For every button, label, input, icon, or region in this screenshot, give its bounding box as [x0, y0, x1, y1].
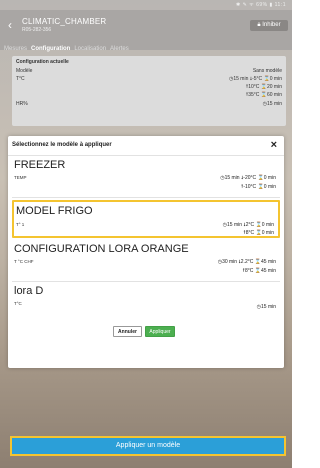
model-name: FREEZER [14, 159, 66, 171]
model-unit: T° 1 [16, 222, 25, 227]
apply-button[interactable]: Appliquer [145, 326, 175, 337]
app-bar: ‹ CLIMATIC_CHAMBER R05-282-356 🔒︎ Inhibe… [0, 10, 292, 60]
model-line-2: ⭡8°C ⌛45 min [242, 268, 276, 274]
device-subtitle: R05-282-356 [22, 27, 52, 33]
config-temp-row: T°C ◷15 min ⭣-5°C ⌛0 min [16, 76, 282, 82]
model-name: CONFIGURATION LORA ORANGE [14, 243, 189, 255]
model-select-dialog: Sélectionnez le modèle à appliquer × FRE… [8, 136, 284, 368]
lock-icon: 🔒︎ [257, 22, 261, 28]
dialog-actions: Annuler Appliquer [8, 326, 284, 338]
model-unit: TEMP [14, 175, 27, 180]
config-temp-row-3: ⭡35°C ⌛60 min [245, 92, 282, 98]
close-icon[interactable]: × [271, 139, 277, 151]
tab-configuration[interactable]: Configuration [31, 46, 70, 52]
model-line-2: ⭡-10°C ⌛0 min [240, 184, 276, 190]
apply-model-button[interactable]: Appliquer un modèle [10, 436, 286, 456]
dialog-header: Sélectionnez le modèle à appliquer × [8, 136, 284, 156]
tab-mesures[interactable]: Mesures [4, 46, 27, 52]
tab-bar: Mesures Configuration Localisation Alertes [4, 46, 133, 52]
config-title: Configuration actuelle [16, 59, 69, 65]
model-unit: T °C CHF [14, 259, 34, 264]
model-name: lora D [14, 285, 44, 297]
device-title: CLIMATIC_CHAMBER [22, 17, 107, 26]
screen: ✱ ✎ ᯤ 69% ▮ 11:1 ‹ CLIMATIC_CHAMBER R05-… [0, 0, 292, 468]
model-item-lora-d[interactable]: lora D T°C ◷15 min [12, 282, 280, 318]
cancel-button[interactable]: Annuler [113, 326, 142, 337]
tab-alertes[interactable]: Alertes [110, 46, 129, 52]
model-line-1: ◷15 min [256, 304, 276, 310]
inhiber-button[interactable]: 🔒︎ Inhiber [250, 20, 288, 31]
model-line-1: ◷30 min ⭣2.2°C ⌛45 min [217, 259, 276, 265]
config-model-row: Modèle Sans modèle [16, 68, 282, 74]
config-hr-row: HR% ◷15 min [16, 101, 282, 107]
config-temp-row-2: ⭡10°C ⌛20 min [245, 84, 282, 90]
model-line-1: ◷15 min ⭣-20°C ⌛0 min [220, 175, 276, 181]
model-item-frigo[interactable]: MODEL FRIGO T° 1 ◷15 min ⭣2°C ⌛0 min ⭡8°… [12, 200, 280, 238]
model-item-lora-orange[interactable]: CONFIGURATION LORA ORANGE T °C CHF ◷30 m… [12, 240, 280, 282]
model-line-2: ⭡8°C ⌛0 min [243, 230, 274, 236]
tab-localisation[interactable]: Localisation [74, 46, 106, 52]
model-unit: T°C [14, 301, 22, 306]
current-config-panel: Configuration actuelle Modèle Sans modèl… [12, 56, 286, 126]
dialog-title: Sélectionnez le modèle à appliquer [12, 142, 112, 148]
model-line-1: ◷15 min ⭣2°C ⌛0 min [222, 222, 274, 228]
model-item-freezer[interactable]: FREEZER TEMP ◷15 min ⭣-20°C ⌛0 min ⭡-10°… [12, 156, 280, 198]
model-name: MODEL FRIGO [16, 205, 93, 217]
chevron-left-icon[interactable]: ‹ [8, 18, 18, 32]
status-bar: ✱ ✎ ᯤ 69% ▮ 11:1 [235, 2, 286, 8]
